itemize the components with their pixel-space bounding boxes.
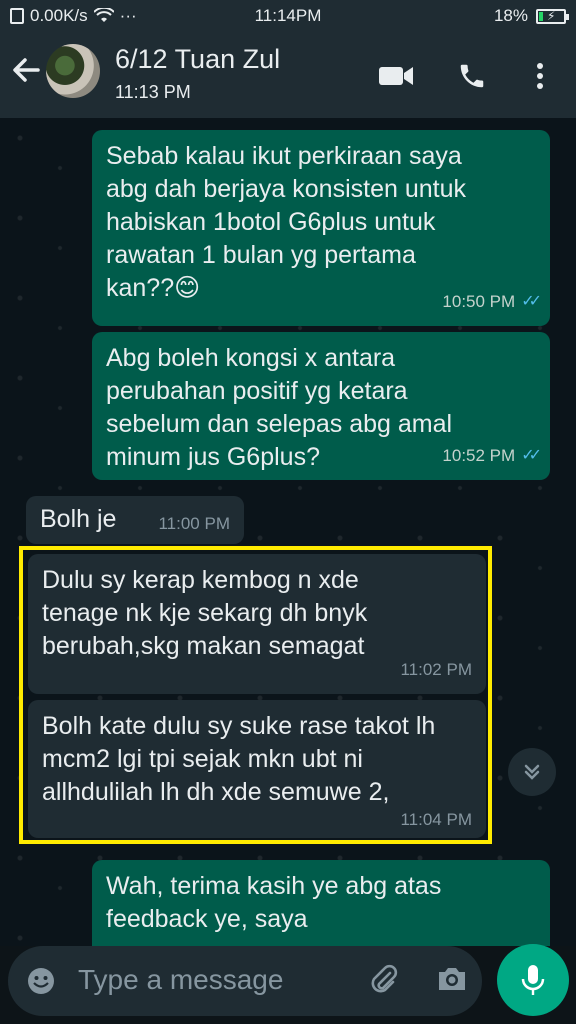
status-bar: 0.00K/s ··· 11:14PM 18% ⚡ [0, 0, 576, 32]
phone-icon[interactable] [454, 58, 490, 94]
read-receipt-icon: ✓✓ [521, 293, 542, 310]
chat-header: 6/12 Tuan Zul 11:13 PM [0, 32, 576, 118]
message-text-line: Abg boleh kongsi x antara [106, 344, 396, 372]
message-time: 10:50 PM [442, 292, 516, 311]
video-call-icon[interactable] [378, 58, 414, 94]
last-seen: 11:13 PM [115, 82, 191, 102]
chevron-double-down-icon [524, 764, 540, 780]
message-text-line: Sebab kalau ikut perkiraan saya [106, 142, 462, 170]
emoji-icon[interactable] [26, 966, 56, 1001]
message-meta: 11:00 PM [158, 507, 230, 540]
more-vert-icon[interactable] [522, 58, 558, 94]
message-text-line: abg dah berjaya konsisten untuk [106, 175, 466, 203]
message-text-line: Wah, terima kasih ye abg atas [106, 872, 442, 900]
message-meta: 10:50 PM ✓✓ [442, 285, 542, 318]
message-text-line: sebelum dan selepas abg amal [106, 410, 453, 438]
arrow-left-icon[interactable] [12, 56, 40, 89]
message-input-bar: Type a message [8, 946, 482, 1016]
scroll-to-bottom-button[interactable] [508, 748, 556, 796]
attach-icon[interactable] [368, 964, 400, 1001]
message-incoming[interactable]: Bolh je 11:00 PM [26, 496, 244, 544]
camera-icon[interactable] [436, 964, 468, 999]
chat-area[interactable]: Sebab kalau ikut perkiraan saya abg dah … [0, 118, 576, 946]
message-text-line: perubahan positif yg ketara [106, 377, 408, 405]
contact-name[interactable]: 6/12 Tuan Zul [115, 44, 280, 75]
highlight-box [19, 546, 492, 844]
message-time: 11:00 PM [158, 514, 230, 533]
clock: 11:14PM [254, 6, 322, 25]
charging-icon: ⚡ [547, 8, 556, 23]
message-input[interactable]: Type a message [78, 964, 283, 996]
avatar[interactable] [46, 44, 100, 98]
status-right: 18% ⚡ [493, 6, 569, 26]
battery-fill [539, 11, 544, 21]
message-outgoing[interactable]: Sebab kalau ikut perkiraan saya abg dah … [92, 130, 550, 326]
message-text-line: feedback ye, saya [106, 905, 308, 933]
battery-percent: 18% [493, 6, 528, 25]
mic-button[interactable] [497, 944, 569, 1016]
message-meta: 10:52 PM ✓✓ [442, 439, 542, 472]
message-outgoing[interactable]: Abg boleh kongsi x antara perubahan posi… [92, 332, 550, 480]
read-receipt-icon: ✓✓ [521, 447, 542, 464]
message-text-line: rawatan 1 bulan yg pertama [106, 241, 416, 269]
message-outgoing[interactable]: Wah, terima kasih ye abg atas feedback y… [92, 860, 550, 946]
message-time: 10:52 PM [442, 446, 516, 465]
mic-icon [521, 965, 545, 995]
battery-icon: ⚡ [536, 8, 569, 24]
message-text-line: habiskan 1botol G6plus untuk [106, 208, 436, 236]
